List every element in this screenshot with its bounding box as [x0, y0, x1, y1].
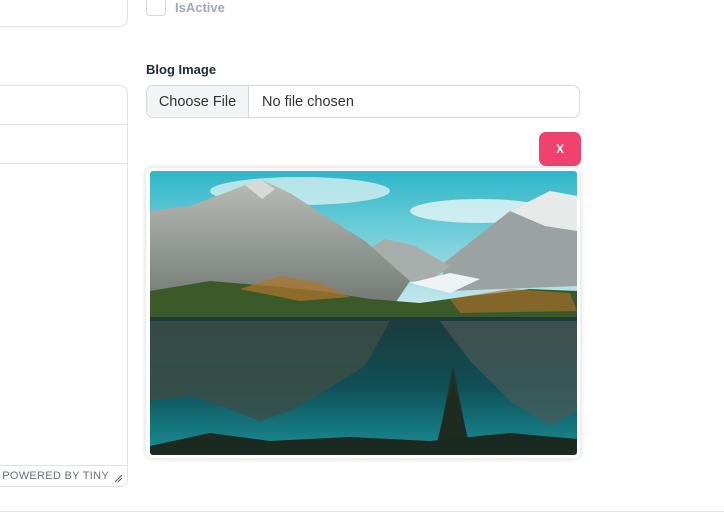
- file-status-text: No file chosen: [262, 93, 354, 110]
- image-preview-card: [146, 168, 580, 458]
- powered-by-label[interactable]: POWERED BY TINY: [2, 470, 109, 482]
- title-input[interactable]: [0, 0, 128, 27]
- resize-handle-icon[interactable]: [113, 473, 123, 483]
- isactive-checkbox[interactable]: [146, 0, 166, 16]
- isactive-field: IsActive: [146, 0, 225, 16]
- editor-toolbar[interactable]: [0, 125, 127, 164]
- editor-statusbar: POWERED BY TINY: [0, 465, 127, 486]
- editor-menubar[interactable]: [0, 86, 127, 125]
- blog-image-preview: [150, 171, 577, 455]
- remove-image-button[interactable]: X: [539, 132, 581, 166]
- choose-file-button[interactable]: Choose File: [147, 86, 249, 117]
- section-divider: [0, 511, 724, 512]
- rich-text-editor[interactable]: POWERED BY TINY: [0, 85, 128, 487]
- blog-image-file-input[interactable]: Choose File No file chosen: [146, 85, 580, 118]
- blog-image-label: Blog Image: [146, 62, 217, 77]
- page: POWERED BY TINY IsActive Blog Image Choo…: [0, 0, 724, 528]
- isactive-label: IsActive: [175, 0, 225, 15]
